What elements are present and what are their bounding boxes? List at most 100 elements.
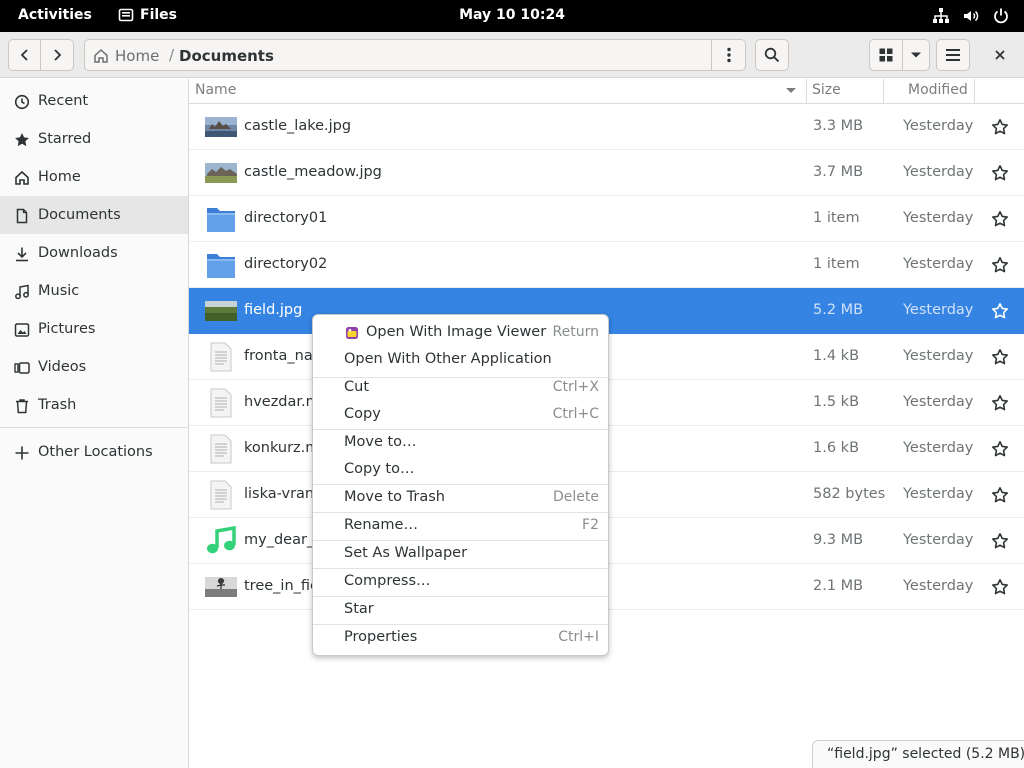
file-size: 9.3 MB: [813, 532, 864, 548]
star-outline-icon[interactable]: [991, 118, 1009, 136]
menu-item-star[interactable]: Star: [313, 597, 608, 623]
file-size: 1 item: [813, 256, 860, 272]
header-bar: Home / Documents: [0, 32, 1024, 78]
star-outline-icon[interactable]: [991, 440, 1009, 458]
menu-item-shortcut: Return: [552, 324, 599, 340]
sidebar-item-videos[interactable]: Videos: [0, 348, 188, 386]
menu-item-copy-to[interactable]: Copy to…: [313, 457, 608, 483]
file-size: 582 bytes: [813, 486, 886, 502]
file-size: 2.1 MB: [813, 578, 864, 594]
path-home[interactable]: Home: [93, 47, 159, 65]
column-name[interactable]: Name: [195, 82, 236, 98]
file-row[interactable]: castle_lake.jpg 3.3 MB Yesterday: [189, 104, 1024, 150]
network-icon: [933, 8, 949, 23]
file-row[interactable]: castle_meadow.jpg 3.7 MB Yesterday: [189, 150, 1024, 196]
file-modified: Yesterday: [903, 486, 974, 502]
sidebar-item-music[interactable]: Music: [0, 272, 188, 310]
search-button[interactable]: [755, 39, 789, 71]
image-thumbnail-icon: [205, 163, 237, 183]
sidebar-item-label: Music: [38, 283, 80, 299]
clock[interactable]: May 10 10:24: [459, 7, 565, 23]
sidebar-item-recent[interactable]: Recent: [0, 82, 188, 120]
menu-item-label: Cut: [344, 379, 369, 395]
file-name: my_dear_s: [244, 532, 322, 548]
path-menu-button[interactable]: [711, 40, 745, 70]
star-outline-icon[interactable]: [991, 164, 1009, 182]
menu-item-label: Star: [344, 601, 374, 617]
file-name: konkurz.m: [244, 440, 320, 456]
star-outline-icon[interactable]: [991, 256, 1009, 274]
file-modified: Yesterday: [903, 578, 974, 594]
menu-item-shortcut: Delete: [553, 489, 599, 505]
file-modified: Yesterday: [903, 302, 974, 318]
sidebar-item-label: Downloads: [38, 245, 118, 261]
app-menu-button[interactable]: Files: [118, 7, 177, 23]
home-icon: [94, 48, 108, 63]
sidebar-item-downloads[interactable]: Downloads: [0, 234, 188, 272]
star-outline-icon[interactable]: [991, 532, 1009, 550]
menu-item-label: Move to Trash: [344, 489, 445, 505]
forward-button[interactable]: [40, 39, 74, 71]
sidebar-item-label: Trash: [38, 397, 77, 413]
activities-button[interactable]: Activities: [18, 7, 92, 23]
folder-icon: [207, 254, 235, 278]
audio-file-icon: [207, 526, 236, 554]
star-outline-icon[interactable]: [991, 302, 1009, 320]
folder-icon: [207, 208, 235, 232]
sidebar-item-documents[interactable]: Documents: [0, 196, 188, 234]
image-thumbnail-icon: [205, 301, 237, 321]
text-file-icon: [210, 480, 232, 510]
file-row[interactable]: directory01 1 item Yesterday: [189, 196, 1024, 242]
star-outline-icon[interactable]: [991, 394, 1009, 412]
menu-item-move-to[interactable]: Move to…: [313, 430, 608, 456]
power-icon: [994, 8, 1008, 24]
column-modified[interactable]: Modified: [908, 82, 968, 98]
main-menu-button[interactable]: [936, 39, 970, 71]
path-current[interactable]: Documents: [179, 47, 274, 65]
star-icon: [15, 133, 29, 147]
music-icon: [15, 284, 29, 300]
menu-item-label: Move to…: [344, 434, 417, 450]
sidebar-item-pictures[interactable]: Pictures: [0, 310, 188, 348]
menu-item-properties[interactable]: Properties Ctrl+I: [313, 625, 608, 651]
chevron-down-icon: [911, 52, 921, 58]
star-outline-icon[interactable]: [991, 486, 1009, 504]
hamburger-icon: [946, 49, 960, 61]
sidebar-item-other-locations[interactable]: Other Locations: [0, 433, 188, 471]
sidebar-item-home[interactable]: Home: [0, 158, 188, 196]
back-button[interactable]: [8, 39, 41, 71]
menu-item-move-to-trash[interactable]: Move to Trash Delete: [313, 485, 608, 511]
grid-view-button[interactable]: [869, 39, 903, 71]
trash-icon: [16, 399, 28, 414]
system-menu[interactable]: [932, 7, 1010, 25]
sort-down-icon[interactable]: [785, 87, 797, 95]
sidebar-item-label: Home: [38, 169, 81, 185]
star-outline-icon[interactable]: [991, 210, 1009, 228]
menu-item-label: Copy to…: [344, 461, 415, 477]
menu-item-open-with-other-application[interactable]: Open With Other Application: [313, 347, 608, 373]
star-outline-icon[interactable]: [991, 578, 1009, 596]
sidebar-item-label: Other Locations: [38, 444, 153, 460]
menu-item-copy[interactable]: Copy Ctrl+C: [313, 402, 608, 428]
menu-item-set-as-wallpaper[interactable]: Set As Wallpaper: [313, 541, 608, 567]
star-outline-icon[interactable]: [991, 348, 1009, 366]
sidebar-item-starred[interactable]: Starred: [0, 120, 188, 158]
document-icon: [16, 208, 28, 224]
file-size: 3.3 MB: [813, 118, 864, 134]
menu-item-open-with-image-viewer[interactable]: Open With Image Viewer Return: [313, 320, 608, 346]
file-name: directory02: [244, 256, 328, 272]
files-app-icon: [118, 8, 134, 22]
view-options-button[interactable]: [902, 39, 930, 71]
path-home-label: Home: [115, 47, 160, 65]
sidebar-item-trash[interactable]: Trash: [0, 386, 188, 424]
menu-item-rename[interactable]: Rename… F2: [313, 513, 608, 539]
column-header: Name Size Modified: [189, 79, 1024, 104]
menu-item-compress[interactable]: Compress…: [313, 569, 608, 595]
close-window-button[interactable]: [984, 39, 1016, 71]
menu-item-shortcut: Ctrl+X: [552, 379, 599, 395]
menu-item-cut[interactable]: Cut Ctrl+X: [313, 375, 608, 401]
file-row[interactable]: directory02 1 item Yesterday: [189, 242, 1024, 288]
menu-item-shortcut: Ctrl+C: [552, 406, 599, 422]
column-size[interactable]: Size: [812, 82, 841, 98]
text-file-icon: [210, 434, 232, 464]
